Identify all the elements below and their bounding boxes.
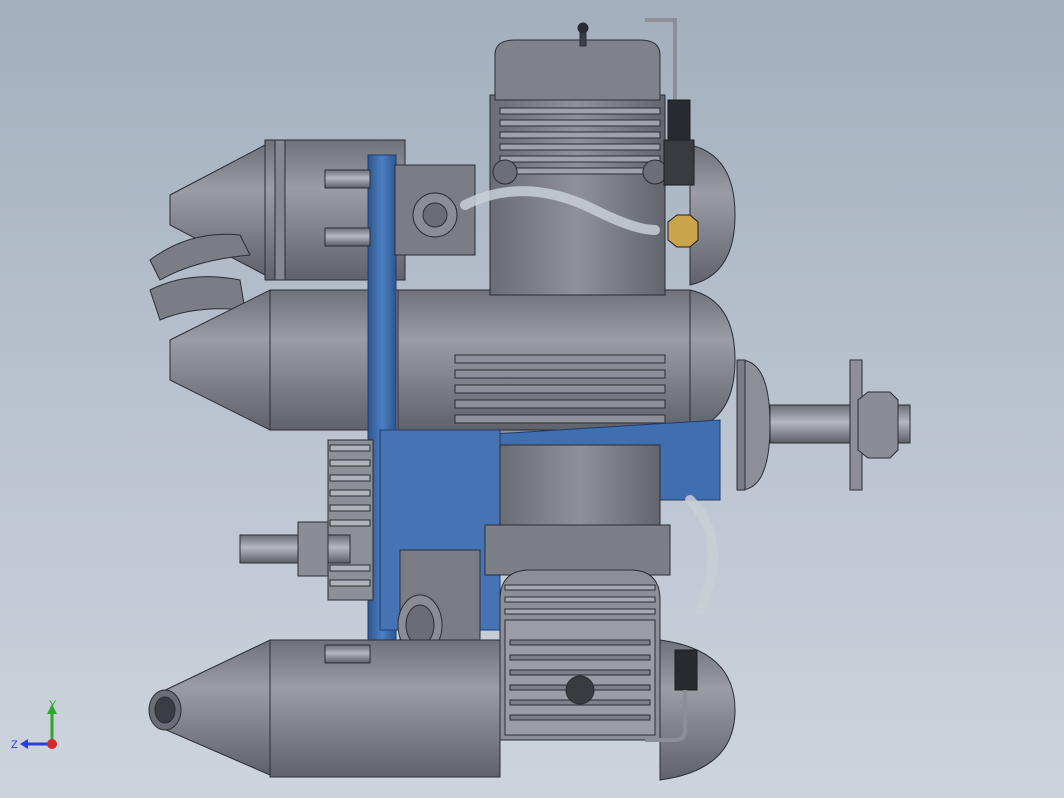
x-axis-dot — [47, 739, 57, 749]
orientation-triad: Y Z — [10, 698, 70, 758]
cad-viewport[interactable]: Y Z — [0, 0, 1064, 798]
z-axis-arrow — [20, 739, 28, 749]
y-axis-label: Y — [49, 699, 57, 711]
engine-assembly-model[interactable] — [0, 0, 1064, 798]
propeller-shaft[interactable] — [736, 359, 911, 491]
middle-muffler[interactable] — [149, 276, 736, 439]
upper-cylinder[interactable] — [394, 22, 668, 296]
upper-muffler-cap — [689, 144, 736, 286]
fuel-tube-lower — [685, 495, 718, 615]
upper-muffler[interactable] — [149, 139, 406, 281]
z-axis-label: Z — [11, 739, 18, 751]
gear — [327, 439, 374, 601]
